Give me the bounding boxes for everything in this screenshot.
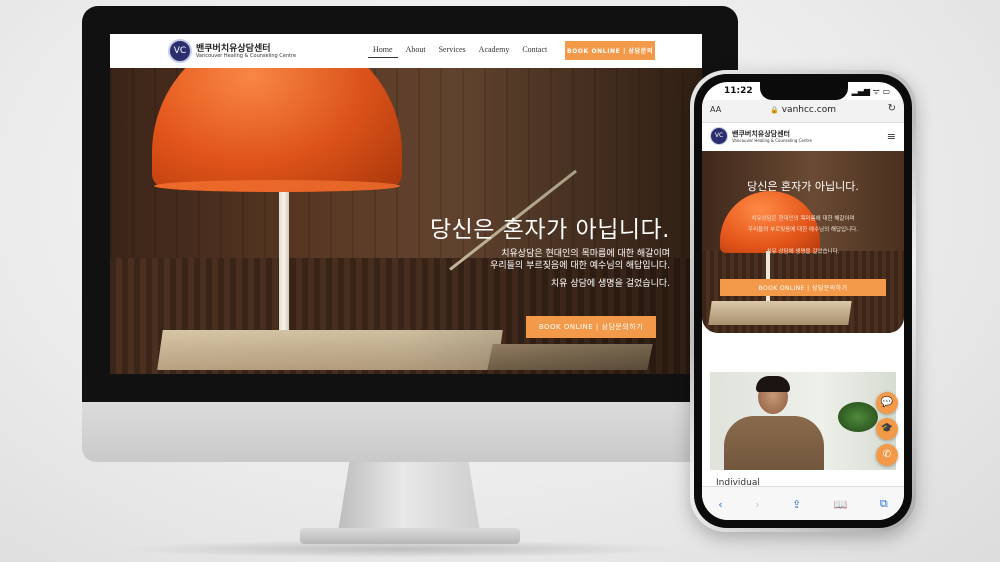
mobile-papers-image xyxy=(708,301,852,325)
desktop-website: VC 밴쿠버치유상담센터 Vancouver Healing & Counsel… xyxy=(110,34,702,374)
mobile-lamp-image xyxy=(720,191,820,253)
status-icons: ▂▄▆ ᯤ ▭ xyxy=(851,87,890,96)
hero-text-line-2: 우리들의 부르짖음에 대한 예수님의 해답입니다. xyxy=(490,261,670,271)
browser-toolbar: ‹ › ⇪ 📖 ⧉ xyxy=(702,486,904,520)
mobile-brand-name-english: Vancouver Healing & Counseling Centre xyxy=(732,138,813,143)
desktop-header: VC 밴쿠버치유상담센터 Vancouver Healing & Counsel… xyxy=(110,34,702,69)
nav-academy[interactable]: Academy xyxy=(474,45,515,58)
plant-image xyxy=(838,402,878,432)
imac-stand-base xyxy=(300,528,520,544)
bookmarks-icon[interactable]: 📖 xyxy=(834,498,848,511)
nav-services[interactable]: Services xyxy=(434,45,471,58)
mobile-hero-line-1: 치유상담은 현대인의 목마름에 대한 해갈이며 xyxy=(751,216,855,222)
mobile-header: VC 밴쿠버치유상담센터 Vancouver Healing & Counsel… xyxy=(702,123,904,151)
phone-notch xyxy=(760,82,848,100)
mobile-site-logo[interactable]: VC xyxy=(710,127,728,145)
url-text: vanhcc.com xyxy=(781,105,836,115)
person-hair xyxy=(756,376,790,392)
hamburger-menu-icon[interactable]: ≡ xyxy=(887,130,896,143)
url-field[interactable]: 🔒 vanhcc.com xyxy=(702,105,904,115)
browser-address-bar[interactable]: AA 🔒 vanhcc.com ↻ xyxy=(702,100,904,123)
mobile-hero-line-3: 치유 상담에 생명을 걸었습니다. xyxy=(766,249,840,255)
counseling-photo xyxy=(710,372,896,470)
share-icon[interactable]: ⇪ xyxy=(792,498,801,511)
mobile-hero-title: 당신은 혼자가 아닙니다. xyxy=(747,180,859,193)
nav-home[interactable]: Home xyxy=(368,45,398,58)
hero-book-online-button[interactable]: BOOK ONLINE | 상담문의하기 xyxy=(526,316,656,338)
main-menu: Home About Services Academy Contact xyxy=(368,45,555,58)
mobile-hero-section: 당신은 혼자가 아닙니다. 치유상담은 현대인의 목마름에 대한 해갈이며 우리… xyxy=(702,151,904,333)
person-body xyxy=(724,416,824,470)
header-book-online-button[interactable]: BOOK ONLINE | 상담문의 xyxy=(565,41,655,60)
imac-chin xyxy=(82,402,738,462)
tabs-icon[interactable]: ⧉ xyxy=(880,497,888,511)
chat-icon[interactable]: 💬 xyxy=(876,392,898,414)
phone-icon[interactable]: ✆ xyxy=(876,444,898,466)
mobile-hero-line-2: 우리들의 부르짖음에 대한 예수님의 해답입니다. xyxy=(748,227,858,233)
hero-text-line-3: 치유 상담에 생명을 걸었습니다. xyxy=(550,279,670,289)
mobile-book-online-button[interactable]: BOOK ONLINE | 상담문의하기 xyxy=(720,279,886,296)
graduation-cap-icon[interactable]: 🎓 xyxy=(876,418,898,440)
forward-icon[interactable]: › xyxy=(755,498,759,511)
back-icon[interactable]: ‹ xyxy=(718,498,722,511)
hero-section: 당신은 혼자가 아닙니다. 치유상담은 현대인의 목마름에 대한 해갈이며 우리… xyxy=(110,68,702,374)
brand-name-english: Vancouver Healing & Counseling Centre xyxy=(196,53,297,59)
nav-about[interactable]: About xyxy=(401,45,431,58)
site-logo[interactable]: VC xyxy=(168,39,192,63)
mobile-website: 11:22 ▂▄▆ ᯤ ▭ AA 🔒 vanhcc.com ↻ VC 밴쿠버치유상… xyxy=(702,82,904,520)
nav-contact[interactable]: Contact xyxy=(517,45,552,58)
hero-title: 당신은 혼자가 아닙니다. xyxy=(429,217,670,243)
reload-icon[interactable]: ↻ xyxy=(888,103,896,114)
status-time: 11:22 xyxy=(724,86,753,96)
imac-stand xyxy=(338,462,480,532)
lock-icon: 🔒 xyxy=(770,106,779,114)
